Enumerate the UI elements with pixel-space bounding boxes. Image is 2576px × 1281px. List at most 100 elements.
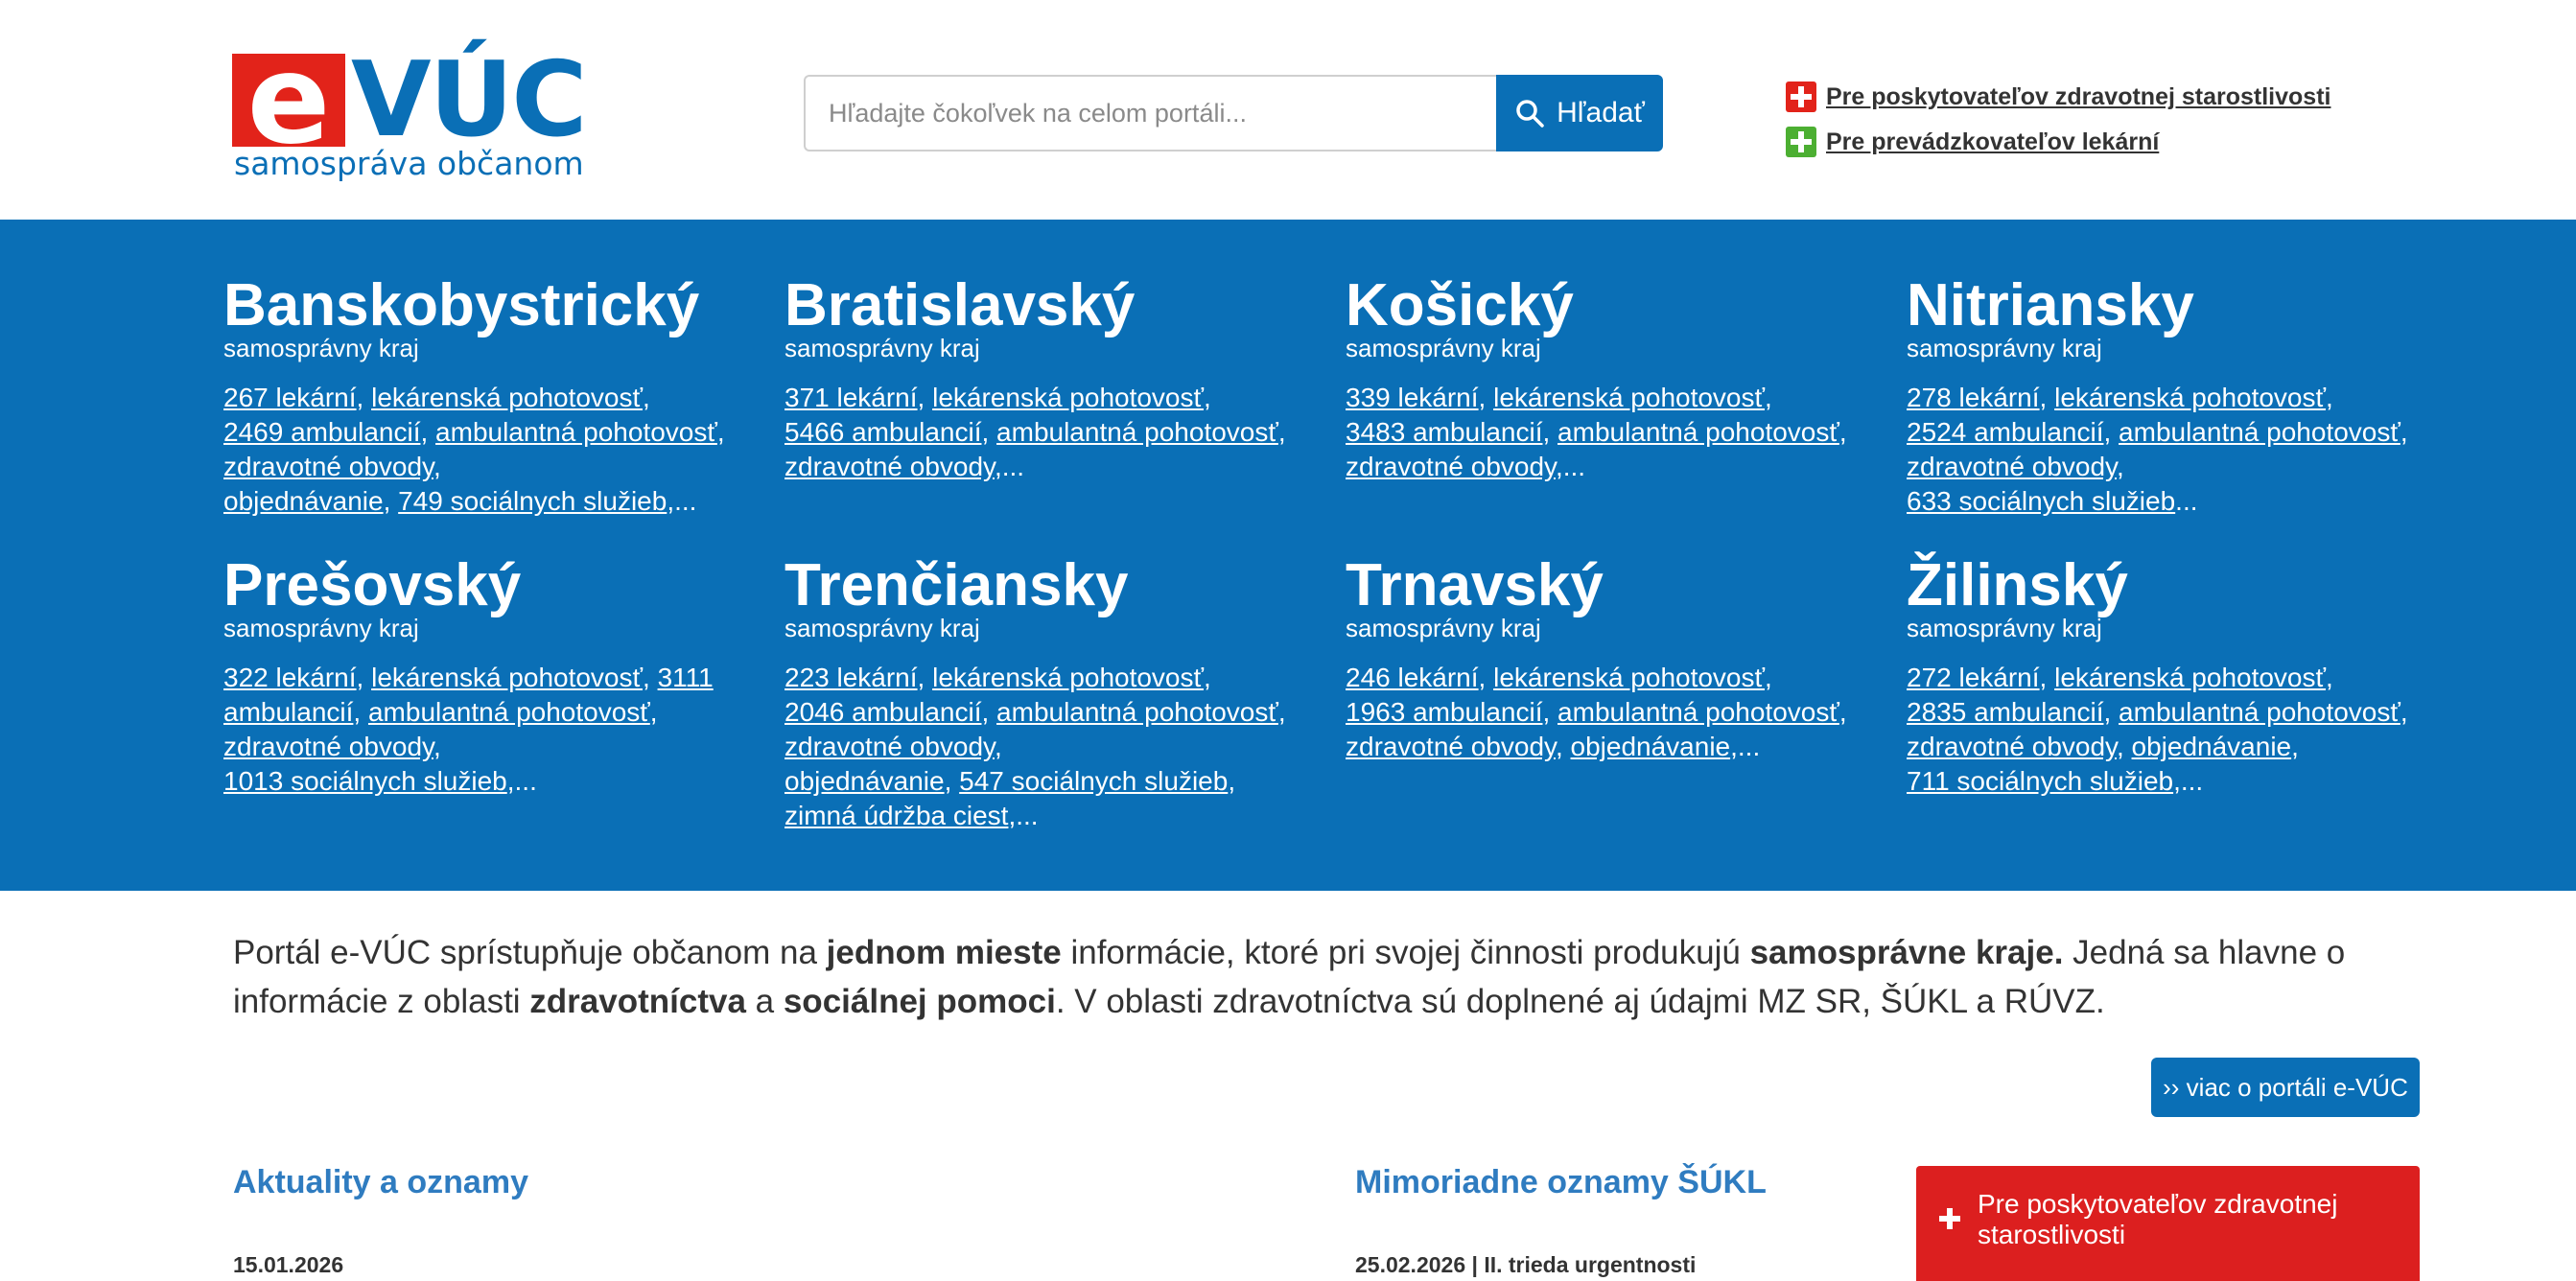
region-title[interactable]: Žilinský <box>1907 554 2424 617</box>
pharmacies-link[interactable]: 272 lekární <box>1907 663 2040 692</box>
health-districts-link[interactable]: zdravotné obvody <box>785 732 995 761</box>
region-subtitle: samosprávny kraj <box>1346 614 1541 642</box>
pharmacies-link[interactable]: 278 lekární <box>1907 383 2040 412</box>
region-trenciansky: Trenčiansky samosprávny kraj 223 lekární… <box>785 554 1302 833</box>
ambulances-link[interactable]: 3483 ambulancií <box>1346 417 1542 447</box>
region-links: 322 lekární, lekárenská pohotovosť, 3111… <box>223 663 714 796</box>
pharmacy-emergency-link[interactable]: lekárenská pohotovosť <box>1493 383 1765 412</box>
pharmacy-emergency-link[interactable]: lekárenská pohotovosť <box>2054 383 2326 412</box>
region-title[interactable]: Bratislavský <box>785 274 1302 338</box>
ambulance-emergency-link[interactable]: ambulantná pohotovosť <box>368 697 650 727</box>
region-presovsky: Prešovský samosprávny kraj 322 lekární, … <box>223 554 741 799</box>
search-button[interactable]: Hľadať <box>1496 75 1663 151</box>
region-kosicky: Košický samosprávny kraj 339 lekární, le… <box>1346 274 1863 484</box>
search-button-label: Hľadať <box>1557 97 1645 128</box>
region-title[interactable]: Trenčiansky <box>785 554 1302 617</box>
pharmacies-link[interactable]: 322 lekární <box>223 663 357 692</box>
booking-link[interactable]: objednávanie <box>1571 732 1731 761</box>
ambulance-emergency-link[interactable]: ambulantná pohotovosť <box>1557 417 1839 447</box>
pharmacy-emergency-link[interactable]: lekárenská pohotovosť <box>371 383 643 412</box>
ambulances-link[interactable]: 5466 ambulancií <box>785 417 981 447</box>
region-links: 371 lekární, lekárenská pohotovosť, 5466… <box>785 383 1286 481</box>
region-subtitle: samosprávny kraj <box>1907 614 2102 642</box>
region-zilinsky: Žilinský samosprávny kraj 272 lekární, l… <box>1907 554 2424 799</box>
region-trnavsky: Trnavský samosprávny kraj 246 lekární, l… <box>1346 554 1863 764</box>
green-cross-icon <box>1786 127 1816 157</box>
region-subtitle: samosprávny kraj <box>1346 334 1541 362</box>
provider-link-row: Pre poskytovateľov zdravotnej starostliv… <box>1786 81 2330 113</box>
ambulance-emergency-link[interactable]: ambulantná pohotovosť <box>435 417 717 447</box>
provider-card-label: Pre poskytovateľov zdravotnej starostliv… <box>1978 1189 2338 1249</box>
site-logo[interactable]: e VÚC samospráva občanom <box>232 29 597 185</box>
ambulance-emergency-link[interactable]: ambulantná pohotovosť <box>996 697 1278 727</box>
region-links: 272 lekární, lekárenská pohotovosť, 2835… <box>1907 663 2408 796</box>
ambulance-emergency-link[interactable]: ambulantná pohotovosť <box>2119 417 2400 447</box>
news-heading[interactable]: Aktuality a oznamy <box>233 1164 528 1201</box>
region-title[interactable]: Nitriansky <box>1907 274 2424 338</box>
ambulances-link[interactable]: 2524 ambulancií <box>1907 417 2103 447</box>
red-cross-icon <box>1786 82 1816 112</box>
search-bar: Hľadať <box>804 75 1663 151</box>
sukl-heading[interactable]: Mimoriadne oznamy ŠÚKL <box>1355 1164 1767 1201</box>
about-portal-button[interactable]: ›› viac o portáli e-VÚC <box>2151 1058 2420 1117</box>
ambulances-link[interactable]: 1963 ambulancií <box>1346 697 1542 727</box>
pharmacies-link[interactable]: 267 lekární <box>223 383 357 412</box>
plus-icon <box>1939 1208 1960 1229</box>
health-districts-link[interactable]: zdravotné obvody <box>223 732 433 761</box>
pharmacy-emergency-link[interactable]: lekárenská pohotovosť <box>1493 663 1765 692</box>
region-bratislavsky: Bratislavský samosprávny kraj 371 lekárn… <box>785 274 1302 484</box>
region-links: 267 lekární, lekárenská pohotovosť, 2469… <box>223 383 725 516</box>
pharmacies-link[interactable]: 246 lekární <box>1346 663 1479 692</box>
booking-link[interactable]: objednávanie <box>2132 732 2292 761</box>
sukl-item[interactable]: 25.02.2026 | II. trieda urgentnosti <box>1355 1252 1696 1278</box>
pharmacy-emergency-link[interactable]: lekárenská pohotovosť <box>371 663 643 692</box>
social-services-link[interactable]: 547 sociálnych služieb <box>959 766 1228 796</box>
pharmacy-operator-link[interactable]: Pre prevádzkovateľov lekární <box>1826 128 2159 156</box>
news-item-date: 15.01.2026 <box>233 1252 344 1277</box>
ambulances-link[interactable]: 2046 ambulancií <box>785 697 981 727</box>
winter-road-maintenance-link[interactable]: zimná údržba ciest <box>785 801 1008 830</box>
logo-tagline: samospráva občanom <box>234 145 584 182</box>
region-links: 278 lekární, lekárenská pohotovosť, 2524… <box>1907 383 2408 516</box>
region-nitriansky: Nitriansky samosprávny kraj 278 lekární,… <box>1907 274 2424 519</box>
search-input[interactable] <box>804 75 1496 151</box>
region-links: 246 lekární, lekárenská pohotovosť, 1963… <box>1346 663 1847 761</box>
ambulances-link[interactable]: 2835 ambulancií <box>1907 697 2103 727</box>
region-links: 339 lekární, lekárenská pohotovosť, 3483… <box>1346 383 1847 481</box>
social-services-link[interactable]: 711 sociálnych služieb <box>1907 766 2173 796</box>
ambulance-emergency-link[interactable]: ambulantná pohotovosť <box>2119 697 2400 727</box>
booking-link[interactable]: objednávanie <box>785 766 945 796</box>
ambulance-emergency-link[interactable]: ambulantná pohotovosť <box>1557 697 1839 727</box>
health-districts-link[interactable]: zdravotné obvody <box>1346 732 1556 761</box>
pharmacies-link[interactable]: 371 lekární <box>785 383 918 412</box>
health-districts-link[interactable]: zdravotné obvody <box>1346 452 1556 481</box>
ambulance-emergency-link[interactable]: ambulantná pohotovosť <box>996 417 1278 447</box>
pharmacy-emergency-link[interactable]: lekárenská pohotovosť <box>932 383 1204 412</box>
health-districts-link[interactable]: zdravotné obvody <box>785 452 995 481</box>
search-icon <box>1516 100 1544 128</box>
pharmacy-emergency-link[interactable]: lekárenská pohotovosť <box>2054 663 2326 692</box>
region-links: 223 lekární, lekárenská pohotovosť, 2046… <box>785 663 1286 830</box>
ambulances-link[interactable]: 2469 ambulancií <box>223 417 420 447</box>
portal-intro: Portál e-VÚC sprístupňuje občanom na jed… <box>233 934 2346 1020</box>
pharmacies-link[interactable]: 339 lekární <box>1346 383 1479 412</box>
provider-card-button[interactable]: Pre poskytovateľov zdravotnej starostliv… <box>1916 1166 2420 1281</box>
region-title[interactable]: Banskobystrický <box>223 274 741 338</box>
social-services-link[interactable]: 633 sociálnych služieb <box>1907 486 2175 516</box>
pharmacies-link[interactable]: 223 lekární <box>785 663 918 692</box>
booking-link[interactable]: objednávanie <box>223 486 384 516</box>
health-districts-link[interactable]: zdravotné obvody <box>223 452 433 481</box>
pharmacy-emergency-link[interactable]: lekárenská pohotovosť <box>932 663 1204 692</box>
health-districts-link[interactable]: zdravotné obvody <box>1907 452 2117 481</box>
region-title[interactable]: Prešovský <box>223 554 741 617</box>
provider-link[interactable]: Pre poskytovateľov zdravotnej starostliv… <box>1826 83 2330 111</box>
social-services-link[interactable]: 1013 sociálnych služieb <box>223 766 507 796</box>
region-banskobystricky: Banskobystrický samosprávny kraj 267 lek… <box>223 274 741 519</box>
social-services-link[interactable]: 749 sociálnych služieb <box>398 486 667 516</box>
pharmacy-link-row: Pre prevádzkovateľov lekární <box>1786 126 2330 158</box>
health-districts-link[interactable]: zdravotné obvody <box>1907 732 2117 761</box>
region-title[interactable]: Košický <box>1346 274 1863 338</box>
logo-e-mark: e <box>232 29 345 172</box>
region-title[interactable]: Trnavský <box>1346 554 1863 617</box>
logo-wordmark: VÚC <box>351 40 588 160</box>
